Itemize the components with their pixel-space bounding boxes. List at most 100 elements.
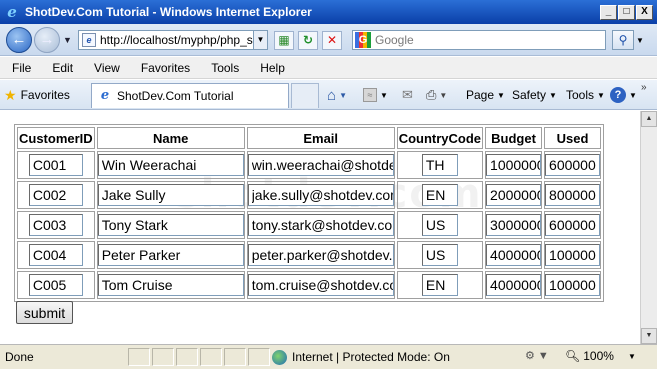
used-input[interactable] — [545, 154, 601, 176]
close-button[interactable]: X — [636, 4, 653, 20]
customerid-input[interactable] — [28, 184, 83, 206]
back-button[interactable]: ← — [6, 27, 32, 53]
email-input[interactable] — [247, 154, 394, 176]
table-cell — [396, 151, 484, 179]
printer-icon: ⎙ — [426, 87, 437, 102]
used-input[interactable] — [545, 184, 601, 206]
protected-mode-icon[interactable]: ⚙ ▼ — [525, 349, 549, 362]
table-cell — [96, 181, 245, 209]
menu-file[interactable]: File — [0, 61, 40, 75]
refresh-icon[interactable]: ↻ — [298, 31, 318, 50]
name-input[interactable] — [97, 214, 244, 236]
more-commands-icon[interactable]: » — [641, 82, 647, 93]
table-cell — [246, 271, 395, 299]
used-input[interactable] — [545, 244, 601, 266]
address-url[interactable]: http://localhost/myphp/php_sc — [100, 33, 259, 47]
status-bar: Done Internet | Protected Mode: On ⚙ ▼ 🔍… — [0, 344, 657, 369]
name-input[interactable] — [97, 244, 244, 266]
help-button[interactable]: ? ▼ — [610, 86, 637, 104]
countrycode-input[interactable] — [421, 214, 458, 236]
email-input[interactable] — [247, 184, 394, 206]
page-menu-button[interactable]: Page ▼ — [466, 86, 505, 104]
chevron-down-icon: ▼ — [597, 90, 605, 100]
menu-bar: File Edit View Favorites Tools Help — [0, 57, 657, 79]
feeds-button[interactable]: ≈ ▼ — [363, 86, 388, 104]
status-pane — [128, 348, 150, 366]
name-input[interactable] — [97, 154, 244, 176]
table-cell — [544, 271, 602, 299]
star-icon: ★ — [4, 86, 17, 103]
name-input[interactable] — [97, 274, 244, 296]
compatibility-view-icon[interactable]: ▦ — [274, 31, 294, 50]
menu-tools[interactable]: Tools — [199, 61, 248, 75]
menu-edit[interactable]: Edit — [40, 61, 82, 75]
tools-menu-button[interactable]: Tools ▼ — [566, 86, 605, 104]
new-tab-button[interactable] — [291, 83, 319, 108]
email-input[interactable] — [247, 214, 394, 236]
address-dropdown-button[interactable]: ▼ — [253, 31, 267, 49]
table-cell — [485, 151, 543, 179]
safety-menu-button[interactable]: Safety ▼ — [512, 86, 557, 104]
zoom-level: 100% — [583, 349, 614, 363]
tab-shotdev[interactable]: e ShotDev.Com Tutorial — [91, 83, 289, 108]
table-cell — [17, 241, 95, 269]
favorites-button[interactable]: ★ Favorites — [4, 85, 70, 105]
customerid-input[interactable] — [28, 244, 83, 266]
table-cell — [246, 151, 395, 179]
print-button[interactable]: ⎙ ▼ — [426, 86, 447, 104]
customerid-input[interactable] — [28, 214, 83, 236]
header-name: Name — [96, 127, 245, 149]
header-budget: Budget — [485, 127, 543, 149]
vertical-scrollbar[interactable]: ▲ ▼ — [640, 111, 657, 344]
used-input[interactable] — [545, 214, 601, 236]
zoom-control[interactable]: 🔍︎ 100% ▼ — [565, 349, 636, 363]
menu-view[interactable]: View — [82, 61, 129, 75]
countrycode-input[interactable] — [421, 154, 458, 176]
address-bar[interactable]: e http://localhost/myphp/php_sc ▼ — [78, 30, 268, 50]
menu-favorites[interactable]: Favorites — [129, 61, 199, 75]
header-used: Used — [544, 127, 602, 149]
minimize-button[interactable]: _ — [600, 4, 617, 20]
customerid-input[interactable] — [28, 274, 83, 296]
home-button[interactable]: ⌂ ▼ — [327, 86, 347, 104]
help-icon: ? — [610, 87, 626, 103]
budget-input[interactable] — [486, 154, 542, 176]
search-button[interactable]: ⚲ — [612, 30, 634, 50]
recent-pages-dropdown[interactable]: ▼ — [63, 35, 72, 45]
email-input[interactable] — [247, 244, 394, 266]
home-icon: ⌂ — [327, 86, 337, 104]
scroll-down-button[interactable]: ▼ — [641, 328, 657, 344]
table-cell — [485, 181, 543, 209]
forward-button[interactable]: → — [34, 27, 60, 53]
countrycode-input[interactable] — [421, 274, 458, 296]
safety-menu-label: Safety — [512, 88, 547, 102]
zone-text: Internet | Protected Mode: On — [292, 350, 450, 364]
email-input[interactable] — [247, 274, 394, 296]
submit-button[interactable]: submit — [16, 301, 73, 324]
search-options-dropdown[interactable]: ▼ — [636, 36, 644, 45]
security-zone[interactable]: Internet | Protected Mode: On — [272, 348, 450, 366]
budget-input[interactable] — [486, 244, 542, 266]
countrycode-input[interactable] — [421, 184, 458, 206]
maximize-button[interactable]: □ — [618, 4, 635, 20]
countrycode-input[interactable] — [421, 244, 458, 266]
name-input[interactable] — [97, 184, 244, 206]
tab-title: ShotDev.Com Tutorial — [117, 89, 234, 103]
table-row — [17, 151, 602, 179]
ie-page-icon: e — [100, 88, 110, 103]
search-box[interactable]: G Google — [352, 30, 606, 50]
chevron-down-icon: ▼ — [339, 90, 347, 100]
chevron-down-icon: ▼ — [549, 90, 557, 100]
used-input[interactable] — [545, 274, 601, 296]
budget-input[interactable] — [486, 274, 542, 296]
menu-help[interactable]: Help — [248, 61, 294, 75]
stop-icon[interactable]: ✕ — [322, 31, 342, 50]
chevron-down-icon: ▼ — [627, 351, 636, 361]
read-mail-button[interactable]: ✉ — [402, 86, 413, 104]
scroll-up-button[interactable]: ▲ — [641, 111, 657, 127]
budget-input[interactable] — [486, 214, 542, 236]
table-cell — [96, 151, 245, 179]
title-bar: e ShotDev.Com Tutorial - Windows Interne… — [0, 0, 657, 24]
customerid-input[interactable] — [28, 154, 83, 176]
budget-input[interactable] — [486, 184, 542, 206]
